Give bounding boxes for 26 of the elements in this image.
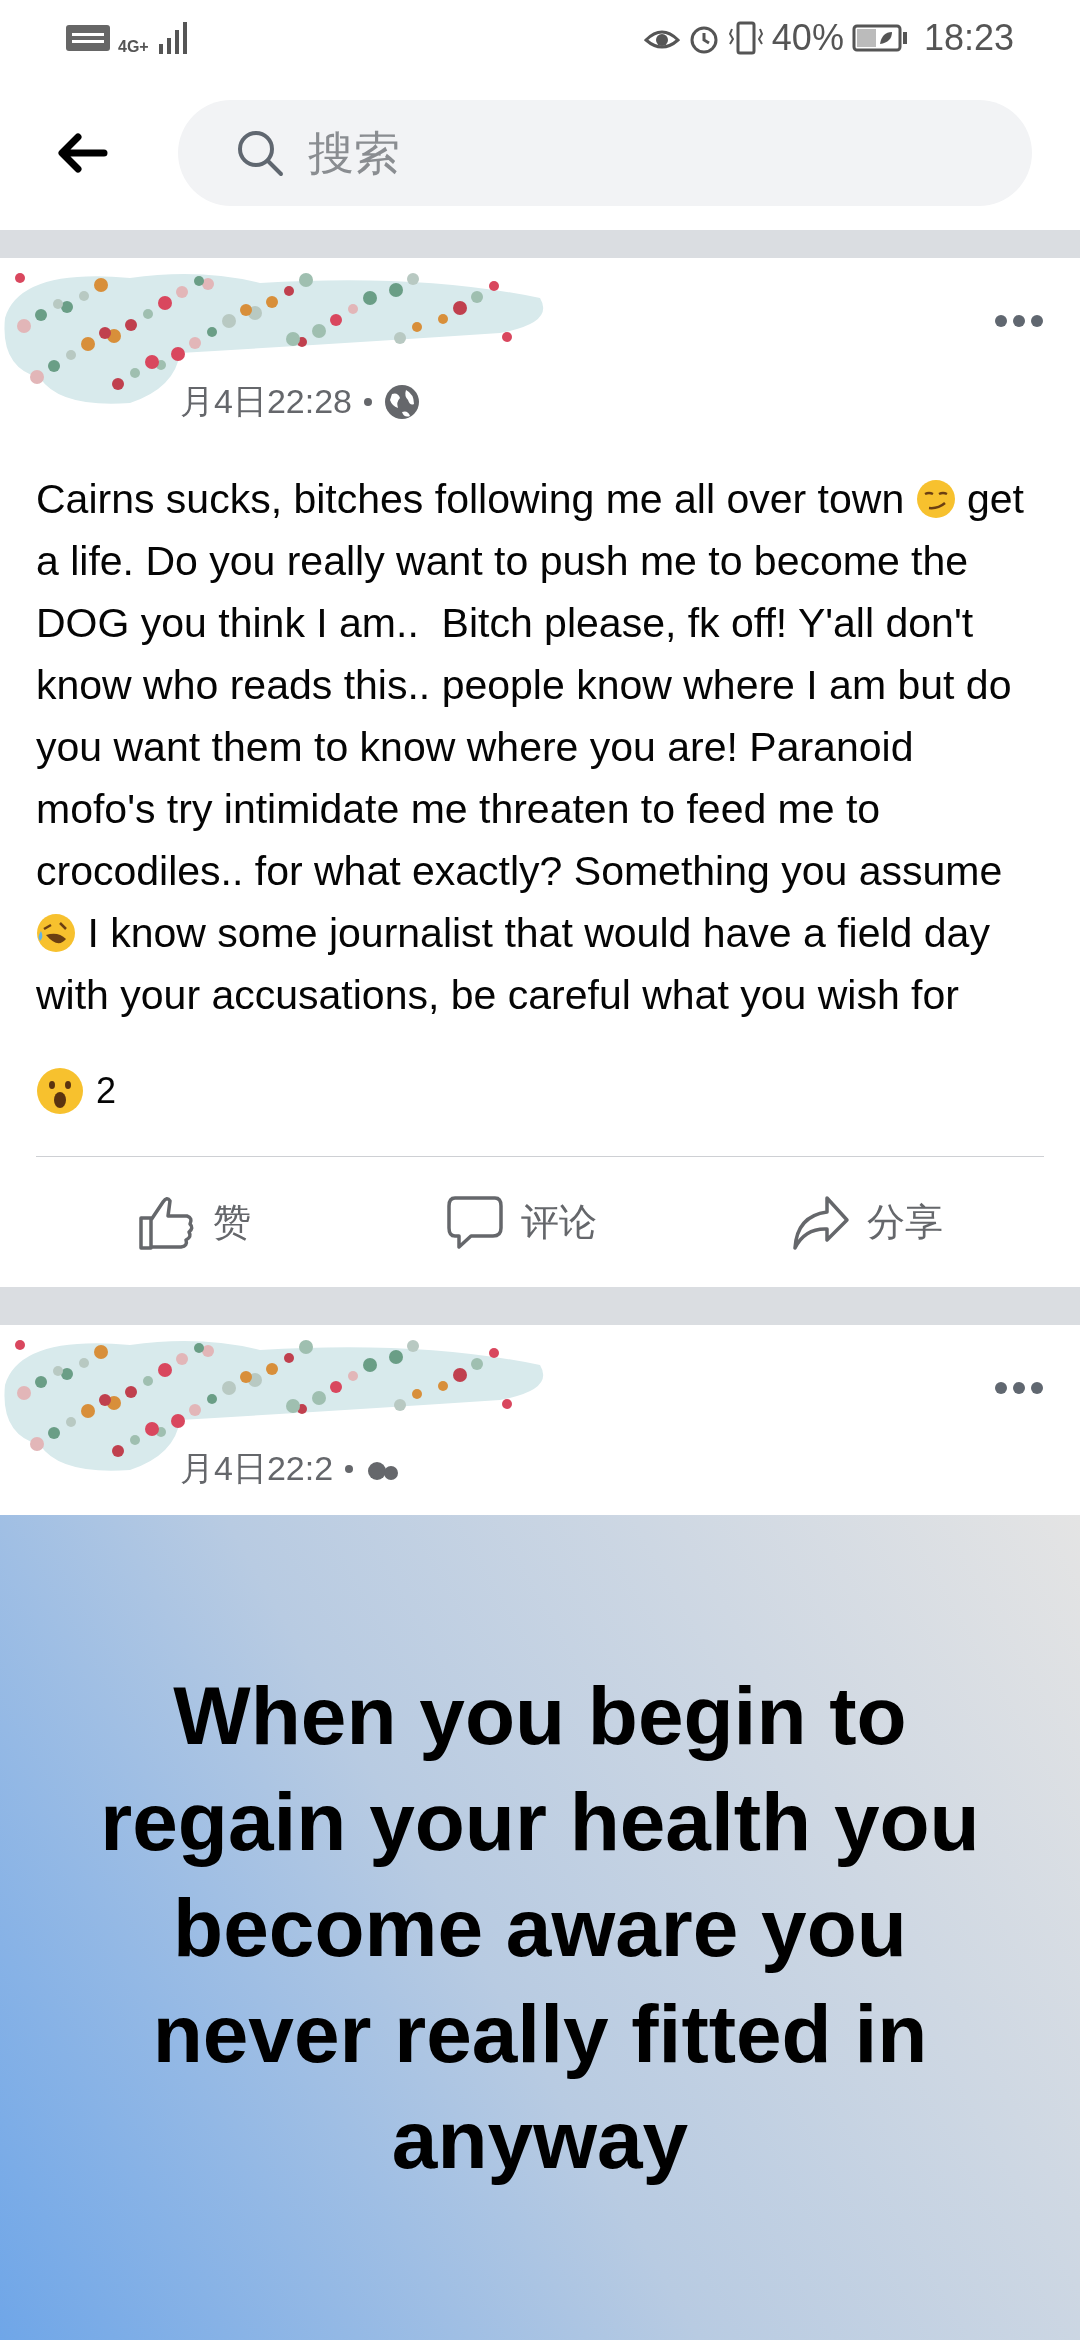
reaction-count: 2	[96, 1069, 117, 1113]
network-type: 4G+	[118, 36, 149, 57]
battery-icon	[851, 23, 908, 52]
search-field[interactable]: 搜索	[178, 99, 1032, 206]
separator-dot	[364, 397, 372, 406]
more-icon[interactable]	[994, 1381, 1044, 1395]
post-action-button[interactable]: 评论	[445, 1192, 597, 1252]
post-text: Cairns sucks, bitches following me all over town get a life. Do you really want to push me to become the DOG you think I am.. Bitch please, fk off! Y'all don't know who reads this.. people know where I am but do you want them to know where you are! Paranoid mofo's try intimidate me threaten to feed me to crocodiles.. for what exactly? Something you assume I know some journalist that would have a field day with your accusations, be careful what you wish for	[35, 475, 1025, 1020]
separator-dot	[345, 1464, 354, 1473]
post-action-button[interactable]: 分享	[791, 1192, 943, 1252]
post-time: 月4日22:28	[180, 381, 352, 422]
signal-icon	[156, 21, 187, 54]
wow-reaction-icon	[36, 1067, 84, 1115]
image-caption: When you begin to regain your health you become aware you never really fitted in anyway	[99, 1668, 981, 2187]
battery-percent: 40%	[771, 15, 844, 60]
clock: 18:23	[923, 15, 1014, 60]
post-action-button[interactable]: 赞	[137, 1192, 251, 1252]
smirk-emoji-icon	[915, 479, 956, 519]
globe-icon	[384, 383, 420, 420]
post-time: 月4日22:2	[180, 1448, 334, 1489]
volte-icon	[66, 24, 110, 51]
vibrate-icon	[727, 20, 764, 55]
more-icon[interactable]	[994, 314, 1044, 328]
laughing-emoji-icon	[36, 913, 76, 953]
back-arrow-icon[interactable]	[56, 132, 108, 173]
search-icon	[236, 128, 284, 177]
